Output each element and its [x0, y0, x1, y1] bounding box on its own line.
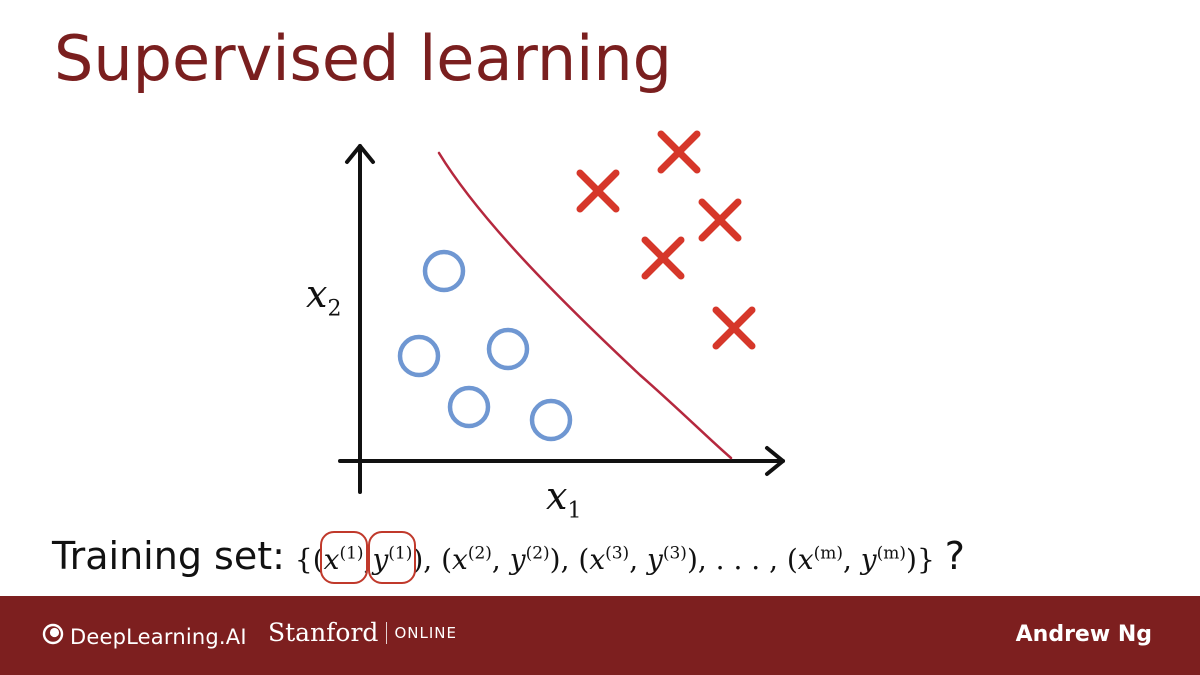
axes: [338, 144, 785, 494]
classification-diagram: [338, 130, 785, 494]
stanford-online-text: ONLINE: [394, 623, 457, 642]
circle-marker: [529, 398, 573, 442]
circle-marker: [486, 327, 530, 371]
circled-x1: x(1): [323, 543, 364, 576]
cross-marker: [576, 169, 620, 213]
circle-marker: [397, 334, 441, 378]
training-set-label: Training set:: [52, 534, 285, 578]
decision-boundary: [437, 151, 733, 460]
cross-marker: [641, 236, 685, 280]
y-axis-label: x2: [306, 272, 342, 322]
deeplearning-logo-text: DeepLearning.AI: [70, 624, 247, 649]
x-axis-label: x1: [546, 474, 582, 524]
circled-y1: y(1): [372, 543, 413, 576]
deeplearning-logo-icon: [42, 623, 64, 650]
cross-class: [576, 130, 756, 350]
footer-bar: DeepLearning.AI Stanford ONLINE Andrew N…: [0, 596, 1200, 675]
circle-marker: [447, 385, 491, 429]
circle-marker: [422, 249, 466, 293]
cross-marker: [712, 306, 756, 350]
presenter-name: Andrew Ng: [1015, 622, 1152, 647]
training-set-formula: {(x(1),y(1)), (x(2), y(2)), (x(3), y(3))…: [294, 543, 935, 576]
deeplearning-ai-logo: DeepLearning.AI: [42, 623, 247, 650]
logo-divider: [386, 621, 388, 644]
question-mark: ?: [944, 534, 965, 578]
stanford-name: Stanford: [268, 618, 379, 647]
cross-marker: [698, 198, 742, 242]
stanford-online-logo: Stanford ONLINE: [268, 618, 457, 647]
cross-marker: [657, 130, 701, 174]
training-set: Training set: {(x(1),y(1)), (x(2), y(2))…: [52, 534, 965, 578]
